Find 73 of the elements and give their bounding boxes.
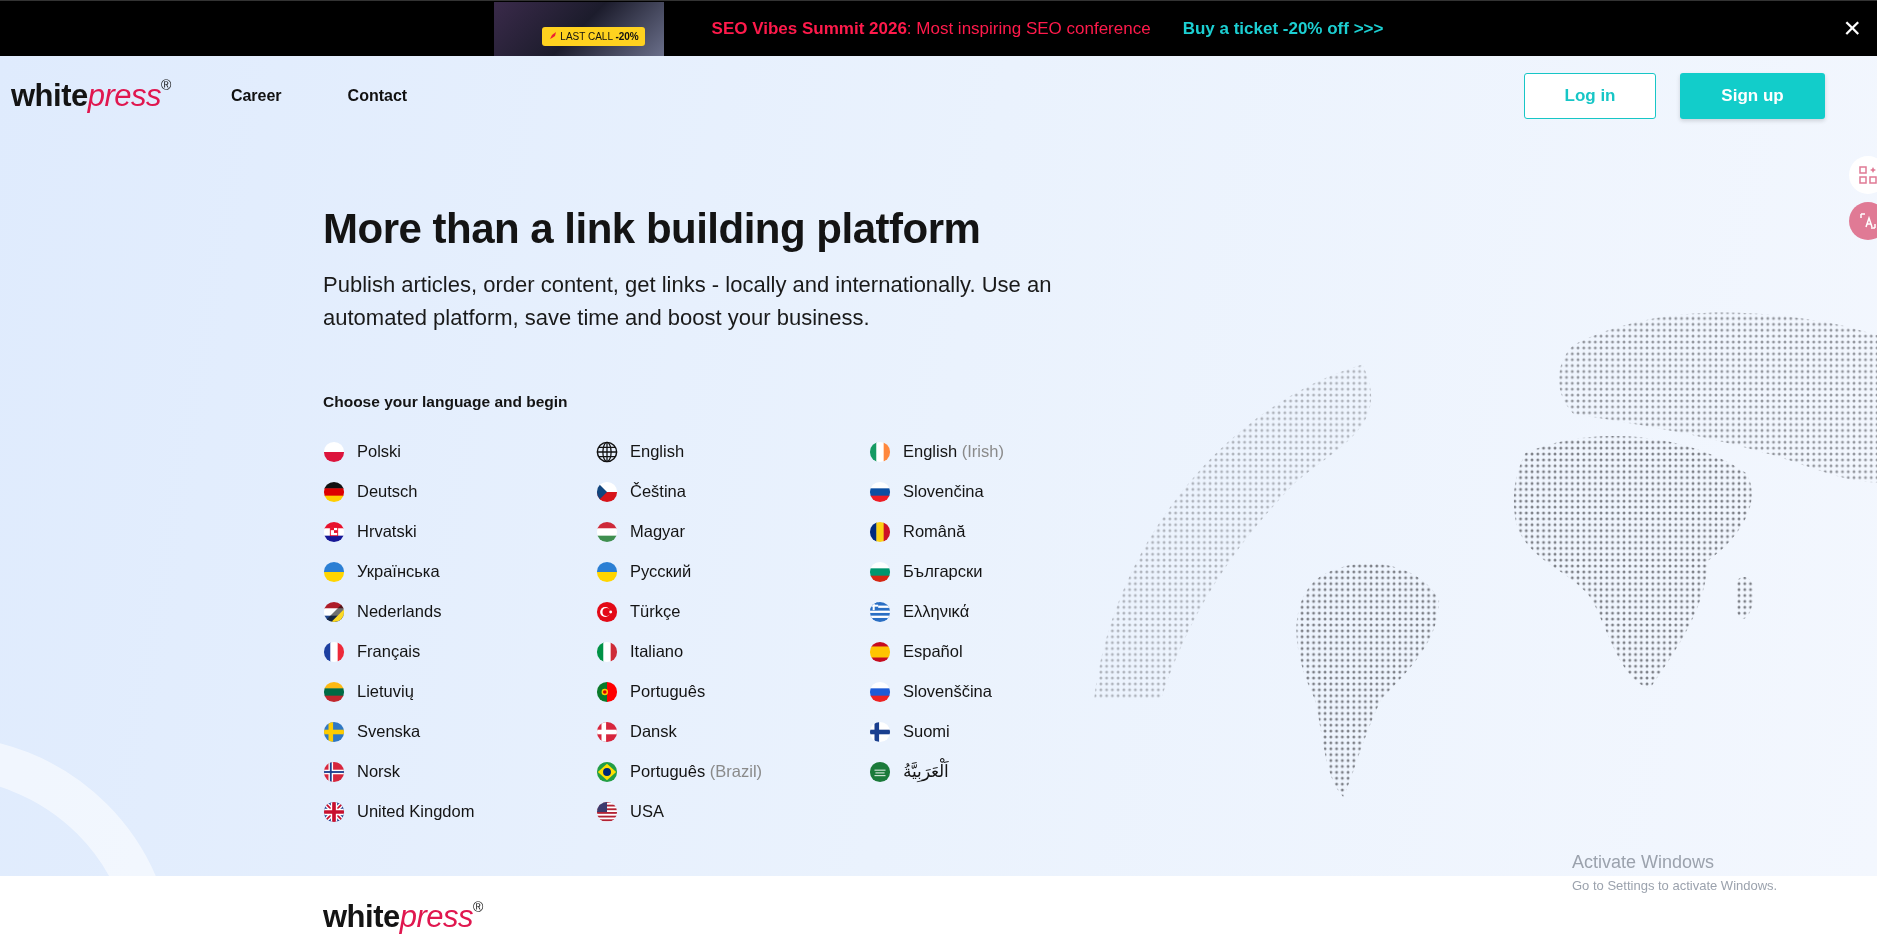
- language-link[interactable]: Deutsch: [323, 471, 418, 512]
- language-link[interactable]: Magyar: [596, 511, 686, 552]
- flag-icon: [869, 480, 891, 503]
- flag-icon: [869, 680, 891, 703]
- flag-icon: [323, 520, 345, 543]
- whitepress-logo[interactable]: whitepress$^{®}$: [323, 899, 483, 934]
- language-link[interactable]: Dansk: [596, 711, 677, 752]
- flag-icon: [596, 520, 618, 543]
- flag-icon: [596, 640, 618, 663]
- flag-icon: [596, 720, 618, 743]
- activation-title: Activate Windows: [1572, 851, 1716, 874]
- language-link[interactable]: Suomi: [869, 711, 950, 752]
- language-link[interactable]: Italiano: [596, 631, 684, 672]
- language-link[interactable]: Svenska: [323, 711, 421, 752]
- flag-icon: [596, 600, 618, 623]
- language-link[interactable]: اَلْعَرَبِيَّةُ: [869, 751, 949, 792]
- hero-title: More than a link building platform: [323, 204, 981, 254]
- language-link[interactable]: Română: [869, 511, 966, 552]
- language-link[interactable]: Norsk: [323, 751, 401, 792]
- nav-link[interactable]: Career: [230, 84, 282, 108]
- close-button[interactable]: ×: [1839, 13, 1865, 43]
- language-link[interactable]: Čeština: [596, 471, 686, 512]
- language-link[interactable]: Türkçe: [596, 591, 681, 632]
- language-link[interactable]: Português: [596, 671, 706, 712]
- flag-icon: [869, 440, 891, 463]
- nav-link[interactable]: Contact: [347, 84, 408, 108]
- flag-icon: [596, 760, 618, 783]
- language-link[interactable]: Slovenčina: [869, 471, 984, 512]
- language-link[interactable]: Português (Brazil): [596, 751, 763, 792]
- flag-icon: [323, 600, 345, 623]
- flag-icon: [323, 680, 345, 703]
- apps-icon[interactable]: [1849, 156, 1877, 194]
- flag-icon: [596, 800, 618, 823]
- flag-icon: [869, 600, 891, 623]
- flag-icon: [869, 640, 891, 663]
- language-link[interactable]: Polski: [323, 431, 401, 472]
- flag-icon: [323, 720, 345, 743]
- flag-icon: [596, 480, 618, 503]
- whitepress-logo[interactable]: whitepress$^{®}$: [11, 72, 171, 120]
- language-link[interactable]: Français: [323, 631, 421, 672]
- flag-icon: [323, 480, 345, 503]
- translate-icon[interactable]: [1849, 202, 1877, 240]
- language-link[interactable]: Hrvatski: [323, 511, 417, 552]
- language-link[interactable]: Ελληνικά: [869, 591, 970, 632]
- flag-icon: [323, 800, 345, 823]
- flag-icon: [323, 760, 345, 783]
- flag-icon: [323, 440, 345, 463]
- globe-icon: [596, 440, 618, 463]
- activation-hint: Go to Settings to activate Windows.: [1572, 877, 1778, 895]
- flag-icon: [323, 560, 345, 583]
- language-link[interactable]: Slovenščina: [869, 671, 992, 712]
- flag-icon: [869, 560, 891, 583]
- last-call-badge: LAST CALL -20%: [541, 26, 645, 46]
- language-link[interactable]: USA: [596, 791, 664, 832]
- flag-icon: [323, 640, 345, 663]
- flag-icon: [869, 760, 891, 783]
- hero-subtitle: Publish articles, order content, get links - locally and internationally. Use an automated platform, save time and boost your business.: [323, 271, 1053, 333]
- flag-icon: [596, 560, 618, 583]
- language-link[interactable]: United Kingdom: [323, 791, 475, 832]
- language-link[interactable]: Lietuvių: [323, 671, 414, 712]
- language-link[interactable]: Русский: [596, 551, 692, 592]
- language-link[interactable]: English: [596, 431, 685, 472]
- flag-icon: [869, 520, 891, 543]
- buy-ticket-link[interactable]: Buy a ticket -20% off >>>: [1182, 15, 1384, 42]
- conference-headline: SEO Vibes Summit 2026: Most inspiring SEO conference: [711, 17, 1151, 40]
- language-heading: Choose your language and begin: [323, 392, 569, 413]
- flag-icon: [596, 680, 618, 703]
- language-link[interactable]: Nederlands: [323, 591, 442, 632]
- language-link[interactable]: Български: [869, 551, 983, 592]
- flag-icon: [869, 720, 891, 743]
- language-link[interactable]: Українська: [323, 551, 440, 592]
- language-link[interactable]: Español: [869, 631, 963, 672]
- language-link[interactable]: English (Irish): [869, 431, 1004, 472]
